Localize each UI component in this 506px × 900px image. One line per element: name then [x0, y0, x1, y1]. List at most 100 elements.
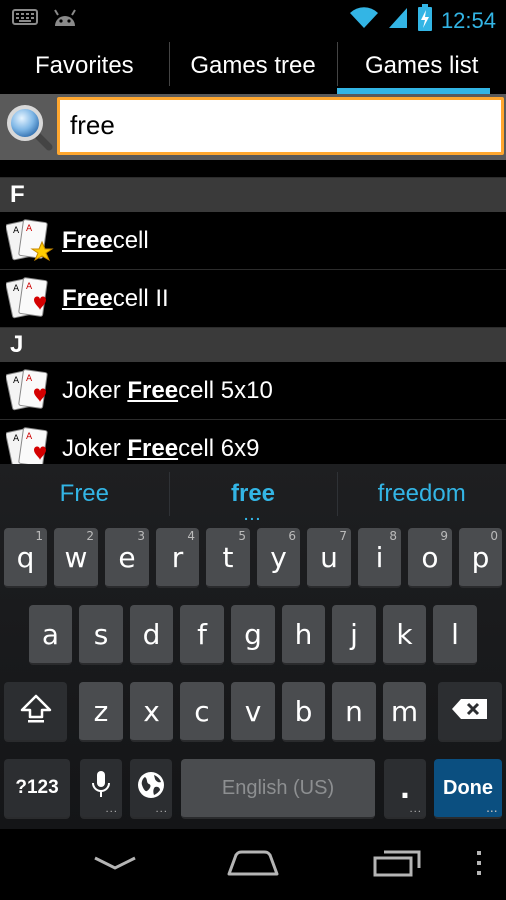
more-options-dots: ...	[486, 804, 498, 815]
more-options-dots: ...	[409, 804, 422, 815]
suggestion-primary[interactable]: free ...	[168, 464, 338, 524]
svg-text:A: A	[26, 282, 33, 292]
key-e[interactable]: e3	[105, 528, 149, 588]
suggestion[interactable]: Free	[0, 464, 169, 524]
key-u[interactable]: u7	[307, 528, 351, 588]
key-k[interactable]: k	[383, 605, 426, 665]
clock: 12:54	[440, 7, 496, 33]
key-d[interactable]: d	[130, 605, 173, 665]
backspace-key[interactable]	[438, 682, 502, 742]
key-f[interactable]: f	[180, 605, 224, 665]
key-s[interactable]: s	[79, 605, 123, 665]
chevron-down-icon	[92, 853, 138, 878]
key-h[interactable]: h	[282, 605, 325, 665]
symbols-key[interactable]: ?123	[4, 759, 70, 819]
key-t[interactable]: t5	[206, 528, 250, 588]
svg-text:A: A	[13, 284, 20, 294]
cards-heart-icon: A A	[5, 424, 58, 464]
soft-keyboard: Free free ... freedom q1 w2 e3 r4 t5 y6 …	[0, 464, 506, 829]
key-b[interactable]: b	[282, 682, 325, 742]
key-a[interactable]: a	[29, 605, 72, 665]
globe-icon	[136, 770, 166, 807]
list-item[interactable]: A A Freecell II	[0, 270, 506, 328]
more-options-dots: ...	[155, 804, 168, 815]
svg-text:A: A	[26, 374, 33, 384]
space-key[interactable]: English (US)	[181, 759, 375, 819]
game-name: Joker Freecell 5x10	[62, 376, 273, 404]
microphone-icon	[90, 769, 112, 808]
done-label: Done	[443, 776, 493, 799]
suggestion-label: free	[230, 480, 276, 507]
tab-bar: Favorites Games tree Games list	[0, 38, 506, 94]
games-list: F A A Freecell A A Freecell II J A A Jok…	[0, 160, 506, 464]
svg-text:A: A	[13, 376, 20, 386]
android-icon	[52, 6, 78, 33]
done-key[interactable]: Done ...	[434, 759, 502, 819]
svg-text:A: A	[13, 434, 20, 444]
suggestion[interactable]: freedom	[337, 464, 506, 524]
more-suggestions-dots: ...	[244, 507, 262, 523]
tab-label: Games tree	[190, 52, 316, 79]
svg-text:A: A	[26, 224, 33, 234]
more-options-dots: ...	[105, 804, 118, 815]
tab-label: Favorites	[34, 52, 134, 79]
key-p[interactable]: p0	[459, 528, 502, 588]
status-bar: 12:54	[0, 0, 506, 38]
home-button[interactable]	[218, 843, 288, 887]
tab-games-tree[interactable]: Games tree	[168, 38, 338, 94]
svg-text:A: A	[13, 226, 20, 236]
tab-games-list[interactable]: Games list	[337, 38, 506, 94]
keyboard-icon	[12, 8, 38, 31]
section-header: F	[0, 178, 506, 212]
key-q[interactable]: q1	[4, 528, 47, 588]
key-v[interactable]: v	[231, 682, 275, 742]
voice-input-key[interactable]: ...	[80, 759, 122, 819]
recent-apps-button[interactable]	[362, 843, 432, 887]
recent-apps-icon	[372, 848, 422, 883]
list-item[interactable]: A A Joker Freecell 6x9	[0, 420, 506, 464]
overflow-menu-icon	[476, 850, 482, 881]
tab-favorites[interactable]: Favorites	[0, 38, 169, 94]
key-x[interactable]: x	[130, 682, 173, 742]
tab-label: Games list	[365, 52, 479, 79]
key-y[interactable]: y6	[257, 528, 300, 588]
key-z[interactable]: z	[79, 682, 123, 742]
key-n[interactable]: n	[332, 682, 376, 742]
list-item[interactable]: A A Joker Freecell 5x10	[0, 362, 506, 420]
key-g[interactable]: g	[231, 605, 275, 665]
period-label: .	[399, 771, 411, 805]
key-o[interactable]: o9	[408, 528, 452, 588]
list-item[interactable]	[0, 160, 506, 178]
key-m[interactable]: m	[383, 682, 426, 742]
wifi-icon	[349, 6, 379, 35]
key-j[interactable]: j	[332, 605, 376, 665]
key-w[interactable]: w2	[54, 528, 98, 588]
navigation-bar	[0, 829, 506, 900]
backspace-icon	[451, 695, 489, 728]
game-name: Freecell II	[62, 284, 169, 312]
search-input[interactable]: free	[57, 97, 504, 155]
section-header: J	[0, 328, 506, 362]
shift-icon	[19, 693, 53, 730]
key-c[interactable]: c	[180, 682, 224, 742]
search-icon[interactable]	[4, 102, 54, 152]
key-l[interactable]: l	[433, 605, 477, 665]
game-name: Freecell	[62, 226, 149, 254]
signal-icon	[387, 6, 409, 35]
battery-charging-icon	[417, 4, 433, 37]
key-r[interactable]: r4	[156, 528, 199, 588]
language-key[interactable]: ...	[130, 759, 172, 819]
key-i[interactable]: i8	[358, 528, 401, 588]
cards-heart-icon: A A	[5, 366, 58, 416]
cards-heart-icon: A A	[5, 274, 58, 324]
search-bar: free	[0, 94, 506, 160]
shift-key[interactable]	[4, 682, 67, 742]
overflow-menu-button[interactable]	[466, 843, 492, 887]
home-icon	[226, 849, 280, 882]
game-name: Joker Freecell 6x9	[62, 434, 260, 462]
list-item[interactable]: A A Freecell	[0, 212, 506, 270]
period-key[interactable]: . ...	[384, 759, 426, 819]
suggestion-strip: Free free ... freedom	[0, 464, 506, 524]
cards-star-icon: A A	[5, 216, 58, 266]
back-button[interactable]	[80, 843, 150, 887]
